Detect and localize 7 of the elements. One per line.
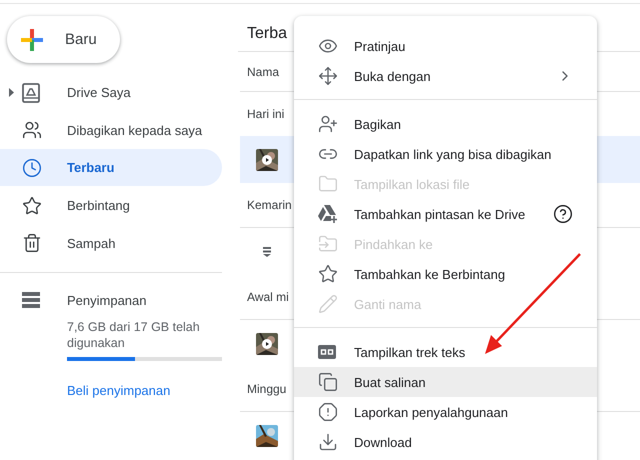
group-label: Awal mi <box>247 290 289 304</box>
storage-label: Penyimpanan <box>67 292 146 308</box>
group-label: Hari ini <box>247 107 284 121</box>
group-label: Minggu <box>247 382 286 396</box>
storage-usage: 7,6 GB dari 17 GB telah digunakan <box>67 319 201 352</box>
page-title: Terba <box>247 25 288 43</box>
group-label: Kemarin <box>247 198 292 212</box>
